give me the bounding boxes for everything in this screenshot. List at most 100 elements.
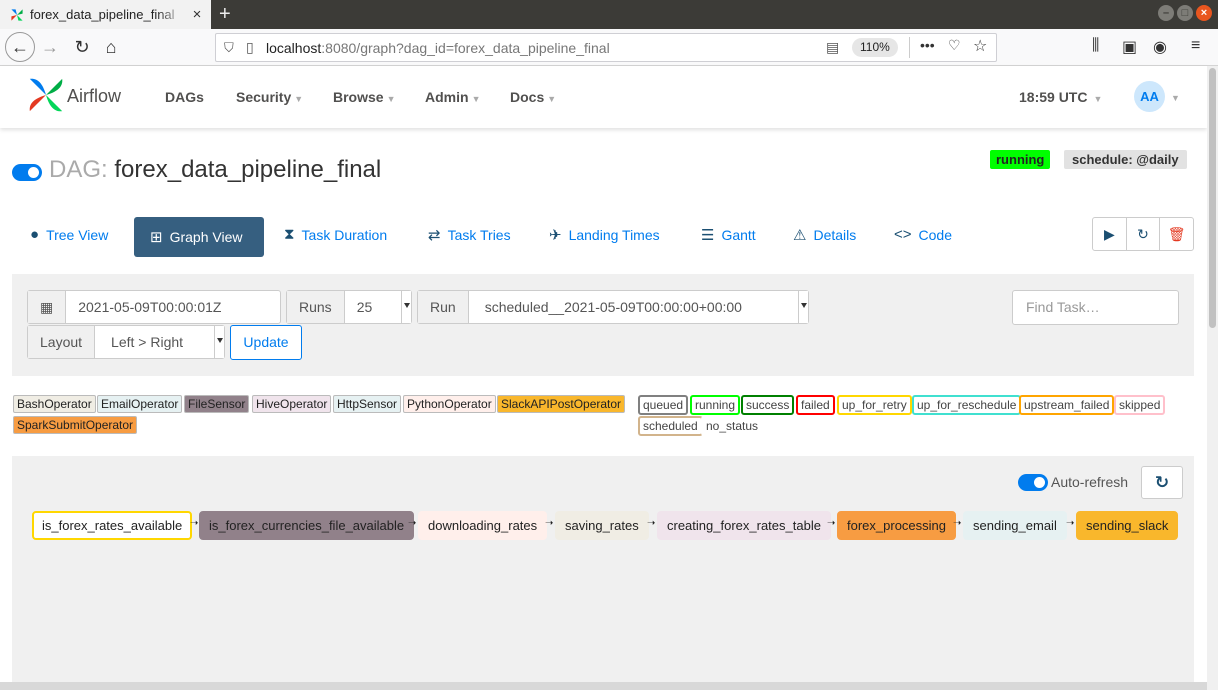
scrollbar-thumb[interactable] <box>1209 68 1216 328</box>
zoom-level[interactable]: 110% <box>852 38 898 57</box>
select-arrow-icon[interactable] <box>214 326 224 358</box>
legend-http-sensor: HttpSensor <box>333 395 402 413</box>
url-bar[interactable]: ⛉ ▯ localhost:8080/graph?dag_id=forex_da… <box>215 33 997 62</box>
task-node[interactable]: is_forex_rates_available <box>32 511 193 540</box>
runs-value[interactable]: 25 <box>345 291 401 323</box>
base-date-field[interactable]: ▦ 2021-05-09T00:00:01Z <box>27 290 281 324</box>
runs-select[interactable]: Runs 25 <box>286 290 412 324</box>
run-value[interactable]: scheduled__2021-05-09T00:00:00+00:00 <box>469 291 798 323</box>
legend-state-skipped: skipped <box>1114 395 1166 415</box>
layout-value[interactable]: Left > Right <box>95 326 214 358</box>
dag-name: forex_data_pipeline_final <box>114 156 382 183</box>
graph-icon: ⊞ <box>150 229 163 246</box>
page-scrollbar[interactable] <box>1207 66 1218 690</box>
account-icon[interactable]: ◉ <box>1153 37 1167 57</box>
forward-arrow-icon[interactable]: → <box>39 34 61 60</box>
nav-docs[interactable]: Docs ▼ <box>510 89 556 105</box>
landing-icon: ✈ <box>549 227 562 244</box>
layout-select[interactable]: Layout Left > Right <box>27 325 225 359</box>
airflow-navbar: Airflow DAGs Security ▼ Browse ▼ Admin ▼ Do… <box>0 66 1207 128</box>
task-node[interactable]: sending_slack <box>1076 511 1179 540</box>
edge-arrow-icon: ➝ <box>408 518 417 529</box>
task-node[interactable]: downloading_rates <box>418 511 548 540</box>
run-label: Run <box>418 291 469 323</box>
caret-down-icon: ▼ <box>1093 94 1103 104</box>
bottom-scrollbar[interactable] <box>0 682 1207 690</box>
delete-dag-trash-icon[interactable]: 🗑 <box>1160 218 1193 250</box>
browser-tab[interactable]: forex_data_pipeline_final × <box>0 0 211 29</box>
utc-clock[interactable]: 18:59 UTC ▼ <box>1019 89 1102 105</box>
tab-tree-view[interactable]: ● Tree View <box>30 226 108 243</box>
code-icon: <> <box>894 226 912 243</box>
tab-task-duration[interactable]: ⧗ Task Duration <box>284 226 387 243</box>
legend-state-upstream-failed: upstream_failed <box>1019 395 1115 415</box>
divider <box>909 37 910 58</box>
graph-refresh-icon[interactable]: ↻ <box>1141 466 1183 499</box>
select-arrow-icon[interactable] <box>401 291 411 323</box>
edge-arrow-icon: ➝ <box>545 518 554 529</box>
tab-title: forex_data_pipeline_final <box>30 7 175 22</box>
nav-security[interactable]: Security ▼ <box>236 89 303 105</box>
task-node[interactable]: is_forex_currencies_file_available <box>199 511 415 540</box>
tab-task-tries[interactable]: ⇄ Task Tries <box>428 226 511 244</box>
url-text[interactable]: localhost:8080/graph?dag_id=forex_data_p… <box>266 40 610 56</box>
page-icon[interactable]: ▯ <box>246 39 262 56</box>
tab-details[interactable]: ⚠ Details <box>793 226 856 244</box>
runs-label: Runs <box>287 291 345 323</box>
user-avatar[interactable]: AA <box>1134 81 1165 112</box>
select-arrow-icon[interactable] <box>798 291 808 323</box>
caret-down-icon: ▼ <box>471 94 481 104</box>
edge-arrow-icon: ➝ <box>647 518 656 529</box>
tab-close-icon[interactable]: × <box>187 6 207 23</box>
sidebar-icon[interactable]: ▣ <box>1122 37 1137 57</box>
legend-email-operator: EmailOperator <box>97 395 183 413</box>
airflow-brand[interactable]: Airflow <box>67 86 121 107</box>
legend-state-success: success <box>741 395 795 415</box>
pocket-icon[interactable]: ♡ <box>948 37 961 54</box>
tab-code[interactable]: <> Code <box>894 226 952 243</box>
update-button[interactable]: Update <box>230 325 302 360</box>
reader-view-icon[interactable]: ▤ <box>826 39 839 56</box>
dag-actions: ▶ ↻ 🗑 <box>1092 217 1194 251</box>
run-select[interactable]: Run scheduled__2021-05-09T00:00:00+00:00 <box>417 290 809 324</box>
auto-refresh-toggle[interactable] <box>1018 474 1048 491</box>
nav-dags[interactable]: DAGs <box>165 89 204 105</box>
airflow-logo-icon[interactable] <box>27 76 65 114</box>
reload-icon[interactable]: ↻ <box>71 34 93 60</box>
dag-prefix: DAG: <box>49 156 108 183</box>
new-tab-button[interactable]: + <box>219 3 231 26</box>
hamburger-menu-icon[interactable]: ≡ <box>1191 37 1200 55</box>
nav-browse[interactable]: Browse ▼ <box>333 89 396 105</box>
caret-down-icon[interactable]: ▼ <box>1171 93 1180 103</box>
maximize-icon[interactable]: □ <box>1177 5 1193 21</box>
find-task-input[interactable]: Find Task… <box>1012 290 1179 325</box>
task-node[interactable]: forex_processing <box>837 511 956 540</box>
shield-icon[interactable]: ⛉ <box>224 40 240 56</box>
dag-pause-toggle[interactable] <box>12 164 42 181</box>
tab-gantt[interactable]: ☰ Gantt <box>701 226 756 244</box>
hourglass-icon: ⧗ <box>284 226 295 243</box>
edge-arrow-icon: ➝ <box>827 518 836 529</box>
more-actions-icon[interactable]: ••• <box>920 37 935 53</box>
task-node[interactable]: creating_forex_rates_table <box>657 511 831 540</box>
task-node[interactable]: saving_rates <box>555 511 649 540</box>
library-icon[interactable]: ⫼ <box>1092 37 1099 55</box>
back-arrow-icon[interactable]: ← <box>5 32 35 62</box>
home-icon[interactable]: ⌂ <box>100 34 122 60</box>
minimize-icon[interactable]: – <box>1158 5 1174 21</box>
trigger-dag-play-icon[interactable]: ▶ <box>1093 218 1127 250</box>
schedule-badge: schedule: @daily <box>1064 150 1187 169</box>
airflow-favicon-icon <box>11 8 23 21</box>
nav-admin[interactable]: Admin ▼ <box>425 89 480 105</box>
legend-state-running: running <box>690 395 741 415</box>
page-title: DAG: forex_data_pipeline_final <box>49 156 381 184</box>
tab-landing-times[interactable]: ✈ Landing Times <box>549 226 660 244</box>
calendar-icon[interactable]: ▦ <box>28 291 67 323</box>
tab-graph-view[interactable]: ⊞ Graph View <box>134 217 264 257</box>
dag-graph-canvas[interactable] <box>12 456 1194 682</box>
task-node[interactable]: sending_email <box>963 511 1067 540</box>
bookmark-star-icon[interactable]: ☆ <box>973 36 987 56</box>
base-date-value[interactable]: 2021-05-09T00:00:01Z <box>66 291 280 323</box>
window-close-icon[interactable]: × <box>1196 5 1212 21</box>
refresh-dag-icon[interactable]: ↻ <box>1127 218 1161 250</box>
